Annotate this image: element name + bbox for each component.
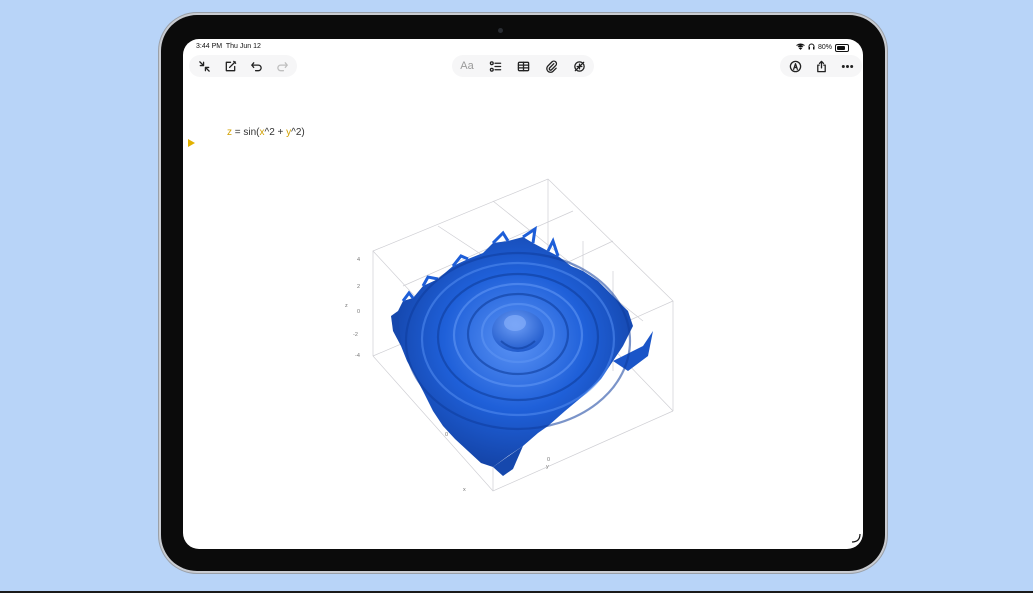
checklist-icon[interactable] xyxy=(486,57,504,75)
toolbar-left xyxy=(189,55,297,77)
share-icon[interactable] xyxy=(812,57,830,75)
y-axis-label: y xyxy=(546,464,549,470)
x-axis-label: x xyxy=(463,487,466,493)
toolbar-center: Aa xyxy=(452,55,594,77)
z-tick-5: -4 xyxy=(355,353,360,359)
math-result-marker[interactable] xyxy=(188,139,195,147)
status-indicators: 80% xyxy=(796,43,849,52)
x-tick: 0 xyxy=(445,432,448,438)
z-tick-2: 2 xyxy=(357,284,360,290)
surface-plot[interactable]: 4 2 0 -2 -4 z x 0 y 0 xyxy=(343,171,683,506)
markup-icon[interactable] xyxy=(786,57,804,75)
z-tick-4: -2 xyxy=(353,332,358,338)
battery-percent: 80% xyxy=(817,44,832,51)
notes-screen: 3:44 PM Thu Jun 12 80% Aa z = sin(x^2 + … xyxy=(183,39,863,549)
z-tick-1: 4 xyxy=(357,257,360,263)
collapse-icon[interactable] xyxy=(195,57,213,75)
toolbar-right xyxy=(780,55,862,77)
status-time: 3:44 PM Thu Jun 12 xyxy=(196,43,261,50)
attachment-icon[interactable] xyxy=(542,57,560,75)
z-axis-label: z xyxy=(345,303,348,309)
undo-icon[interactable] xyxy=(247,57,265,75)
y-tick: 0 xyxy=(547,457,550,463)
math-icon[interactable] xyxy=(570,57,588,75)
compose-icon[interactable] xyxy=(221,57,239,75)
surface-mesh xyxy=(391,225,653,476)
table-icon[interactable] xyxy=(514,57,532,75)
more-icon[interactable] xyxy=(838,57,856,75)
math-equation[interactable]: z = sin(x^2 + y^2) xyxy=(227,127,305,138)
headphones-icon xyxy=(808,43,815,52)
redo-icon[interactable] xyxy=(273,57,291,75)
battery-icon xyxy=(835,43,849,52)
z-tick-3: 0 xyxy=(357,309,360,315)
text-format-button[interactable]: Aa xyxy=(458,57,476,75)
wifi-icon xyxy=(796,43,805,52)
front-camera xyxy=(498,28,503,33)
resize-handle-icon[interactable] xyxy=(851,533,861,543)
